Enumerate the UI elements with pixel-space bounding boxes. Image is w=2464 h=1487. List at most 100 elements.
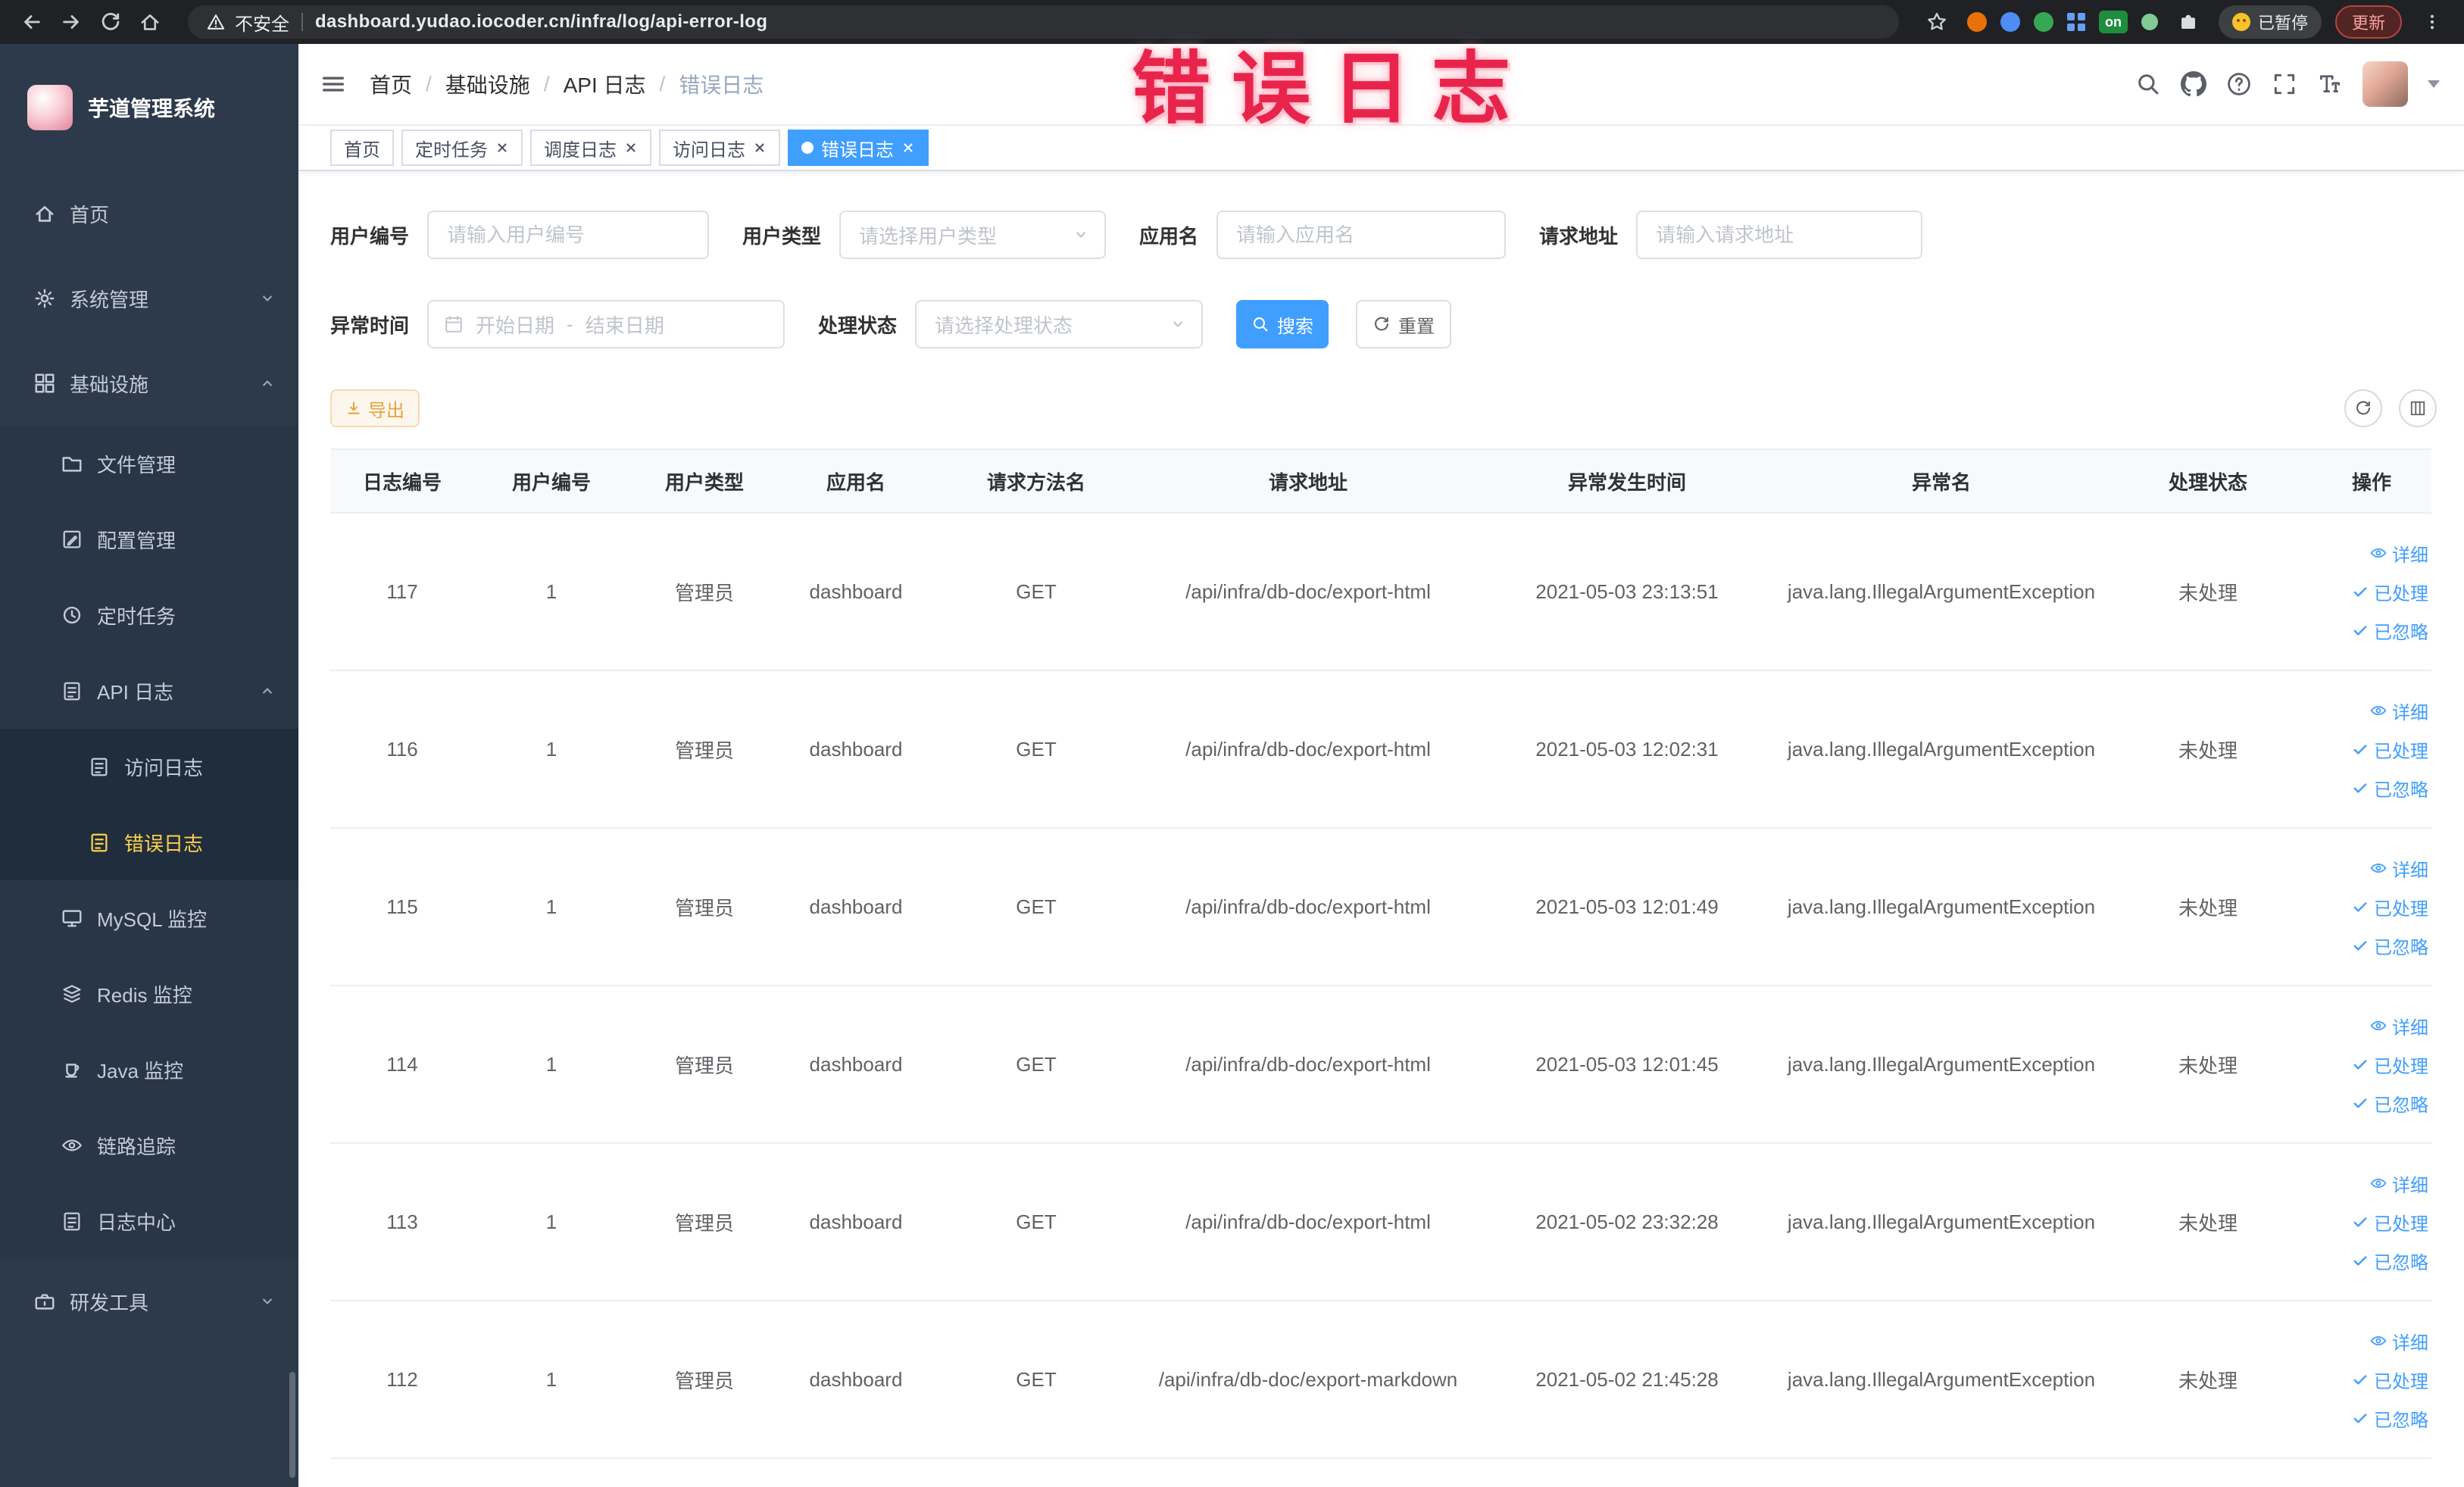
extension-icon-grid[interactable]	[2066, 13, 2085, 31]
check-icon	[2351, 621, 2369, 639]
extension-on-badge[interactable]: on	[2098, 11, 2128, 33]
chevron-up-icon	[259, 375, 276, 392]
home-button[interactable]	[133, 5, 167, 39]
breadcrumb-api-logs[interactable]: API 日志	[564, 69, 646, 99]
extension-icon-blue[interactable]	[2000, 12, 2020, 32]
grid-icon	[33, 372, 56, 395]
extension-icon-green[interactable]	[2033, 12, 2053, 32]
github-icon[interactable]	[2181, 71, 2206, 97]
bookmark-star-icon[interactable]	[1920, 5, 1953, 39]
detail-link[interactable]: 详细	[2369, 855, 2428, 882]
tab-access-logs[interactable]: 访问日志	[659, 130, 780, 166]
processed-link[interactable]: 已处理	[2351, 894, 2428, 920]
ignored-link[interactable]: 已忽略	[2351, 775, 2428, 801]
breadcrumb-home[interactable]: 首页	[370, 69, 412, 99]
check-icon	[2351, 1409, 2369, 1427]
status-cell: 未处理	[2104, 828, 2312, 986]
user-type-label: 用户类型	[742, 224, 822, 248]
url-bar[interactable]: 不安全 dashboard.yudao.iocoder.cn/infra/log…	[188, 5, 1899, 39]
font-size-icon[interactable]	[2317, 71, 2343, 97]
chevron-down-icon	[1170, 316, 1186, 333]
exception-time-cell: 2021-05-03 12:01:49	[1476, 828, 1779, 986]
detail-link[interactable]: 详细	[2369, 1328, 2428, 1354]
edit-icon	[61, 528, 83, 551]
close-icon[interactable]	[901, 141, 915, 155]
process-status-label: 处理状态	[818, 314, 898, 337]
sidebar-item-infrastructure[interactable]: 基础设施	[0, 341, 298, 426]
col-user-id: 用户编号	[474, 448, 629, 514]
fullscreen-icon[interactable]	[2272, 71, 2297, 97]
forward-button[interactable]	[55, 5, 88, 39]
browser-menu-kebab-icon[interactable]	[2416, 5, 2449, 39]
sidebar-item-config-management[interactable]: 配置管理	[0, 501, 298, 577]
sidebar-item-mysql-monitor[interactable]: MySQL 监控	[0, 880, 298, 956]
column-settings-button[interactable]	[2399, 389, 2437, 427]
coffee-cup-icon	[61, 1058, 83, 1081]
request-url-input[interactable]	[1636, 211, 1923, 259]
extension-puzzle-icon[interactable]	[2172, 5, 2205, 39]
paused-badge[interactable]: 已暂停	[2218, 5, 2322, 39]
browser-update-button[interactable]: 更新	[2334, 5, 2402, 39]
sidebar-item-log-center[interactable]: 日志中心	[0, 1183, 298, 1259]
extension-icon-leaf[interactable]	[2141, 14, 2158, 30]
ignored-link[interactable]: 已忽略	[2351, 932, 2428, 959]
close-icon[interactable]	[495, 141, 509, 155]
extension-icon-orange[interactable]	[1966, 12, 1987, 32]
emoji-extension-icon	[2231, 13, 2250, 31]
sidebar-item-scheduled-tasks[interactable]: 定时任务	[0, 577, 298, 653]
processed-link[interactable]: 已处理	[2351, 1367, 2428, 1393]
sidebar-item-home[interactable]: 首页	[0, 171, 298, 256]
avatar-caret-down-icon[interactable]	[2428, 80, 2440, 88]
close-icon[interactable]	[624, 141, 638, 155]
reload-button[interactable]	[94, 5, 127, 39]
sidebar-item-api-logs[interactable]: API 日志	[0, 653, 298, 729]
detail-link[interactable]: 详细	[2369, 698, 2428, 724]
hamburger-menu-icon[interactable]	[320, 70, 347, 98]
sidebar-item-redis-monitor[interactable]: Redis 监控	[0, 956, 298, 1032]
sidebar-item-java-monitor[interactable]: Java 监控	[0, 1032, 298, 1107]
app-name-input[interactable]	[1216, 211, 1507, 259]
search-icon[interactable]	[2135, 71, 2161, 97]
processed-link[interactable]: 已处理	[2351, 579, 2428, 605]
user-type-select[interactable]: 请选择用户类型	[839, 211, 1107, 259]
reset-button[interactable]: 重置	[1356, 300, 1452, 348]
user-id-input[interactable]	[427, 211, 710, 259]
processed-link[interactable]: 已处理	[2351, 1209, 2428, 1236]
app-logo[interactable]: 芋道管理系统	[0, 44, 298, 171]
user-type-cell: 管理员	[629, 828, 780, 986]
close-icon[interactable]	[753, 141, 767, 155]
sidebar: 芋道管理系统 首页 系统管理 基础设施 文件管理 配置管理 定时任务 API 日…	[0, 44, 298, 1487]
refresh-button[interactable]	[2344, 389, 2382, 427]
help-icon[interactable]	[2226, 71, 2252, 97]
detail-link[interactable]: 详细	[2369, 540, 2428, 567]
sidebar-scrollbar-thumb[interactable]	[289, 1372, 295, 1478]
date-range-picker[interactable]: 开始日期 - 结束日期	[427, 300, 785, 348]
ignored-link[interactable]: 已忽略	[2351, 617, 2428, 644]
ignored-link[interactable]: 已忽略	[2351, 1248, 2428, 1274]
chevron-down-icon	[1073, 226, 1089, 243]
processed-link[interactable]: 已处理	[2351, 1051, 2428, 1078]
sidebar-item-dev-tools[interactable]: 研发工具	[0, 1259, 298, 1344]
sidebar-item-trace[interactable]: 链路追踪	[0, 1107, 298, 1183]
sidebar-item-access-logs[interactable]: 访问日志	[0, 729, 298, 804]
sidebar-item-system-management[interactable]: 系统管理	[0, 256, 298, 341]
table-row: 117 1 管理员 dashboard GET /api/infra/db-do…	[330, 513, 2431, 671]
search-button[interactable]: 搜索	[1236, 300, 1329, 348]
detail-link[interactable]: 详细	[2369, 1013, 2428, 1039]
detail-link[interactable]: 详细	[2369, 1170, 2428, 1197]
user-avatar[interactable]	[2363, 61, 2408, 107]
ignored-link[interactable]: 已忽略	[2351, 1090, 2428, 1117]
sidebar-item-error-logs[interactable]: 错误日志	[0, 804, 298, 880]
breadcrumb-infrastructure[interactable]: 基础设施	[445, 69, 530, 99]
tab-schedule-logs[interactable]: 调度日志	[530, 130, 651, 166]
processed-link[interactable]: 已处理	[2351, 736, 2428, 763]
app-name-cell: dashboard	[780, 1143, 932, 1301]
export-button[interactable]: 导出	[330, 389, 420, 427]
tab-error-logs[interactable]: 错误日志	[788, 130, 929, 166]
back-button[interactable]	[15, 5, 48, 39]
tab-scheduled-tasks[interactable]: 定时任务	[401, 130, 523, 166]
sidebar-item-file-management[interactable]: 文件管理	[0, 426, 298, 501]
process-status-select[interactable]: 请选择处理状态	[915, 300, 1204, 348]
ignored-link[interactable]: 已忽略	[2351, 1405, 2428, 1432]
tab-home[interactable]: 首页	[330, 130, 394, 166]
